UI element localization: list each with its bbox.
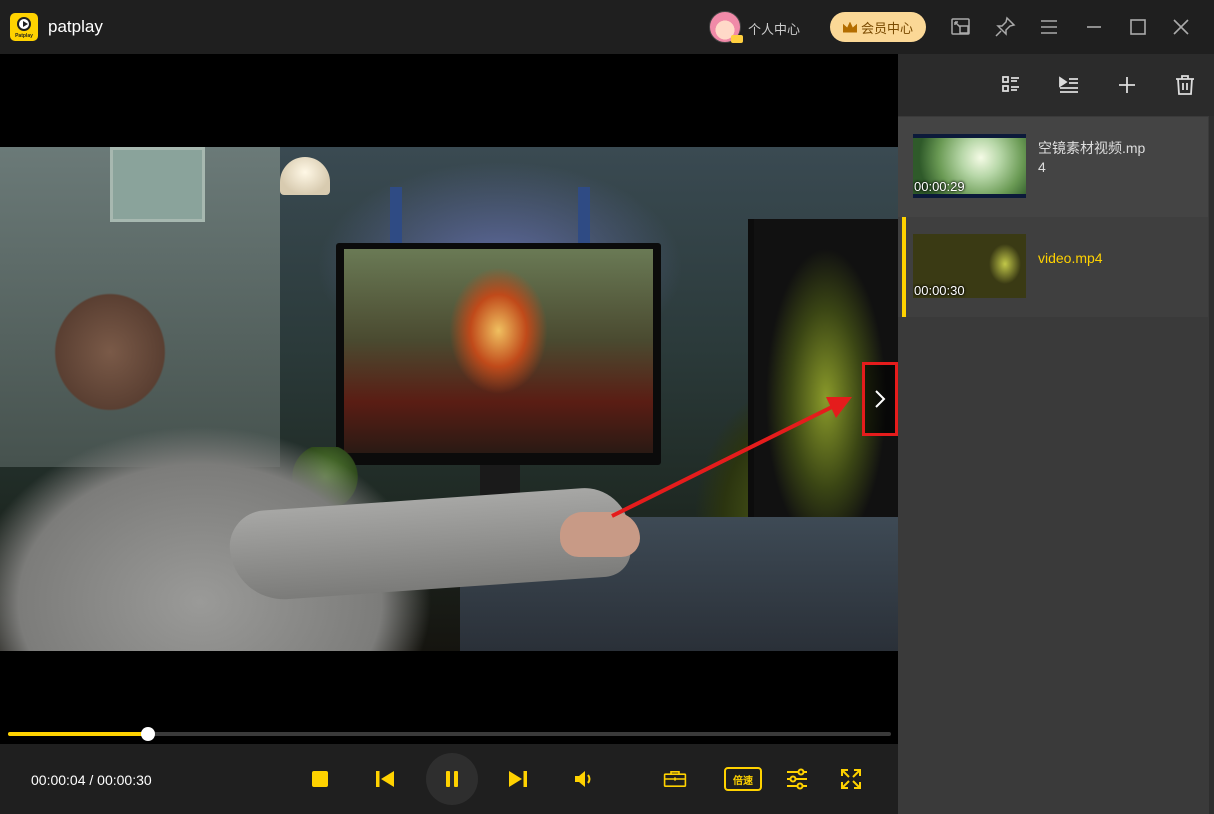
item-title: video.mp4 [1038, 250, 1103, 266]
previous-button[interactable] [373, 744, 397, 814]
fullscreen-button[interactable] [839, 744, 863, 814]
video-thumbnail: 00:00:30 [913, 234, 1026, 298]
list-view-icon[interactable] [999, 73, 1023, 97]
crown-icon [842, 21, 857, 33]
progress-thumb[interactable] [140, 727, 155, 741]
app-logo: Patplay [10, 13, 38, 41]
fullscreen-icon [841, 769, 861, 789]
pause-icon [446, 771, 458, 787]
scene-lamp [280, 157, 330, 195]
logo-play-icon [17, 17, 31, 31]
video-frame[interactable] [0, 147, 898, 651]
playlist-toggle-button[interactable] [862, 362, 898, 436]
close-icon[interactable] [1167, 13, 1195, 41]
progress-fill [8, 732, 148, 736]
item-duration: 00:00:30 [914, 283, 965, 298]
delete-icon[interactable] [1173, 73, 1197, 97]
item-duration: 00:00:29 [914, 179, 965, 194]
next-icon [509, 771, 527, 787]
speed-button[interactable]: 倍速 [724, 767, 762, 791]
previous-icon [376, 771, 394, 787]
chevron-right-icon [875, 390, 886, 408]
toolbox-button[interactable] [660, 744, 690, 814]
item-title: 空镜素材视频.mp4 [1038, 140, 1146, 175]
user-center-link[interactable]: 个人中心 [748, 19, 800, 38]
maximize-icon[interactable] [1124, 13, 1152, 41]
app-name: patplay [48, 17, 103, 36]
pin-icon[interactable] [991, 13, 1019, 41]
vip-center-button[interactable]: 会员中心 [830, 12, 926, 42]
scene-hand [560, 512, 640, 557]
volume-button[interactable] [572, 744, 596, 814]
toolbox-icon [663, 771, 687, 787]
progress-bar[interactable] [8, 727, 891, 741]
user-avatar[interactable] [709, 11, 743, 43]
stop-icon [312, 771, 328, 787]
sliders-icon [787, 768, 807, 790]
menu-icon[interactable] [1035, 13, 1063, 41]
active-indicator [902, 217, 906, 317]
play-list-icon[interactable] [1057, 73, 1081, 97]
video-area[interactable] [0, 54, 898, 744]
settings-button[interactable] [785, 744, 809, 814]
control-bar: 00:00:04 / 00:00:30 倍速 [0, 744, 898, 814]
next-button[interactable] [506, 744, 530, 814]
title-bar: Patplay patplay 个人中心 会员中心 [0, 0, 1214, 54]
scene-poster [110, 147, 205, 222]
playlist-panel: 00:00:29 空镜素材视频.mp4 00:00:30 video.mp4 [898, 54, 1214, 814]
stop-button[interactable] [308, 744, 332, 814]
logo-text: Patplay [15, 33, 33, 39]
mini-mode-icon[interactable] [947, 13, 975, 41]
playlist-item-active[interactable]: 00:00:30 video.mp4 [898, 217, 1208, 317]
playlist-item[interactable]: 00:00:29 空镜素材视频.mp4 [898, 117, 1208, 217]
minimize-icon[interactable] [1080, 13, 1108, 41]
time-display: 00:00:04 / 00:00:30 [31, 772, 152, 788]
vip-center-label: 会员中心 [860, 20, 913, 36]
add-icon[interactable] [1115, 73, 1139, 97]
volume-icon [575, 771, 591, 787]
playlist-scrollbar[interactable] [1209, 116, 1214, 814]
pause-button[interactable] [426, 753, 478, 805]
video-thumbnail: 00:00:29 [913, 134, 1026, 198]
playlist-toolbar [898, 54, 1214, 116]
